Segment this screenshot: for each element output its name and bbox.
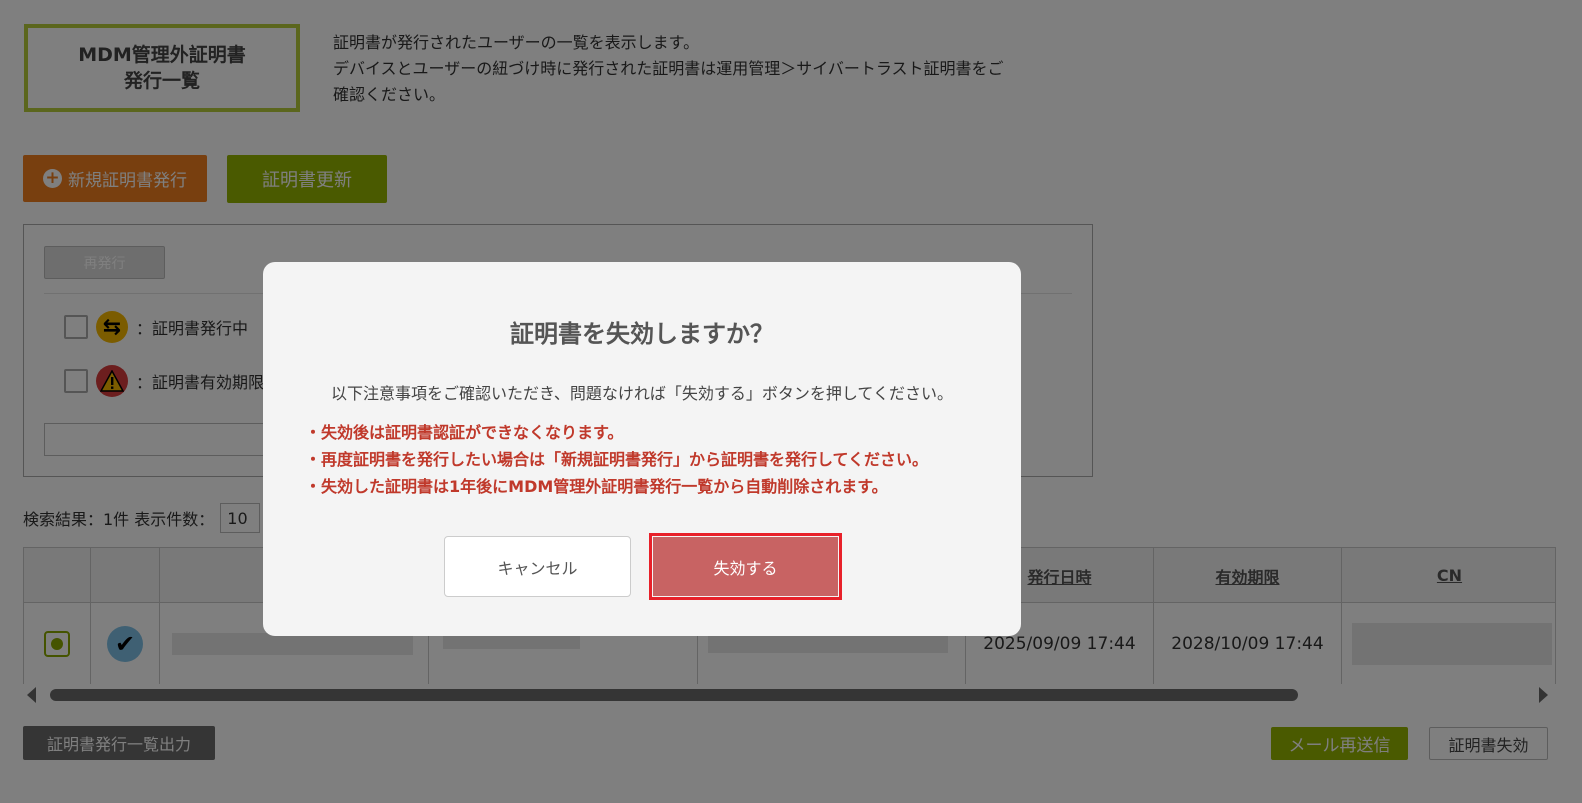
confirm-highlight: 失効する xyxy=(649,533,842,600)
dialog-notes: 失効後は証明書認証ができなくなります。 再度証明書を発行したい場合は「新規証明書… xyxy=(305,419,928,500)
dialog-message: 以下注意事項をご確認いただき、問題なければ「失効する」ボタンを押してください。 xyxy=(331,384,953,403)
revoke-confirm-dialog: 証明書を失効しますか？ 以下注意事項をご確認いただき、問題なければ「失効する」ボ… xyxy=(263,262,1021,636)
dialog-note: 再度証明書を発行したい場合は「新規証明書発行」から証明書を発行してください。 xyxy=(305,446,928,473)
dialog-note: 失効した証明書は1年後にMDM管理外証明書発行一覧から自動削除されます。 xyxy=(305,473,928,500)
cancel-button[interactable]: キャンセル xyxy=(444,536,631,597)
dialog-title: 証明書を失効しますか？ xyxy=(510,320,774,348)
dialog-note: 失効後は証明書認証ができなくなります。 xyxy=(305,419,928,446)
confirm-revoke-button[interactable]: 失効する xyxy=(653,537,838,596)
